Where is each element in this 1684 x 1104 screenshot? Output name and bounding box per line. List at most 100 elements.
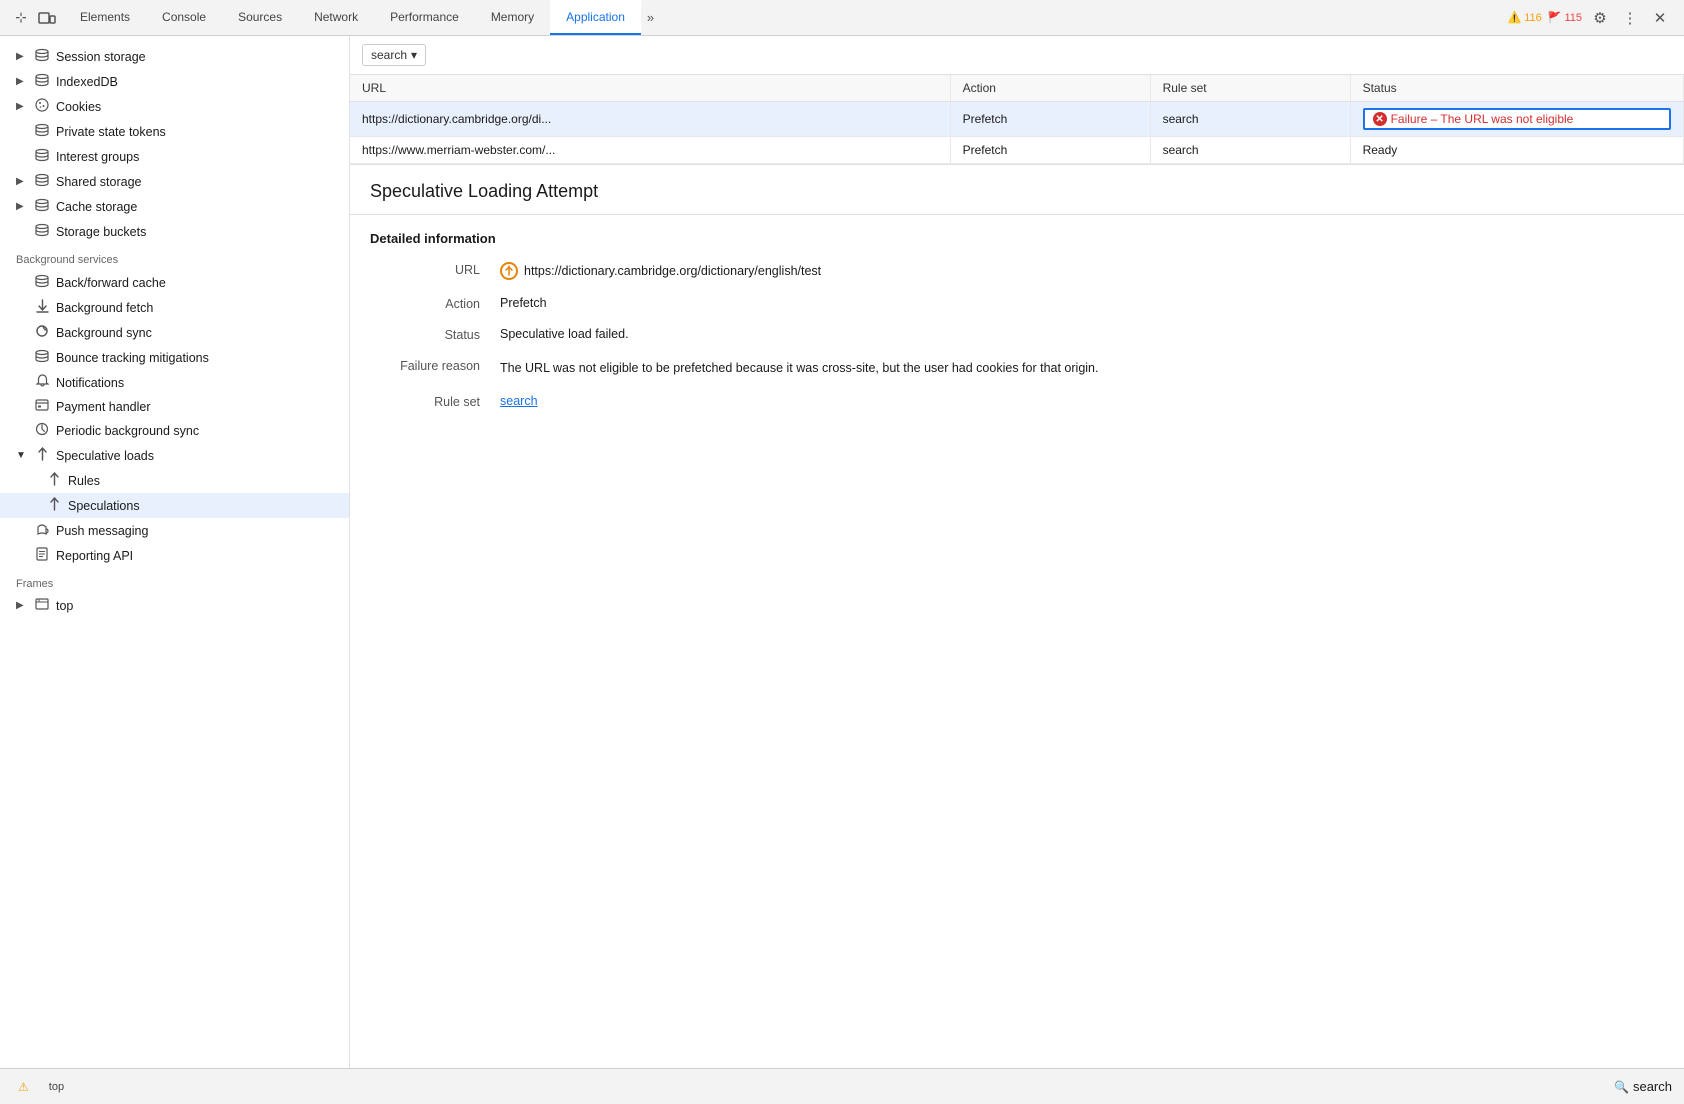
sidebar-item-cookies[interactable]: ▶ Cookies: [0, 94, 349, 119]
rules-icon: [46, 472, 62, 489]
cell-status: ✕ Failure – The URL was not eligible: [1350, 102, 1683, 137]
sidebar-item-speculative-loads[interactable]: ▼ Speculative loads: [0, 443, 349, 468]
close-icon[interactable]: ✕: [1648, 6, 1672, 30]
device-toggle-icon[interactable]: [38, 9, 56, 27]
sidebar-label: Cookies: [56, 100, 101, 114]
url-value[interactable]: https://dictionary.cambridge.org/diction…: [524, 264, 821, 278]
failure-reason-value: The URL was not eligible to be prefetche…: [500, 358, 1098, 378]
tab-performance[interactable]: Performance: [374, 0, 475, 35]
expand-arrow-icon: ▶: [16, 76, 28, 87]
detail-label-failure-reason: Failure reason: [370, 358, 500, 373]
sidebar-item-notifications[interactable]: ▶ Notifications: [0, 370, 349, 395]
bg-fetch-icon: [34, 299, 50, 316]
sidebar-item-interest-groups[interactable]: ▶ Interest groups: [0, 144, 349, 169]
bounce-tracking-icon: [34, 349, 50, 366]
detail-label-url: URL: [370, 262, 500, 277]
expand-arrow-icon: ▶: [16, 176, 28, 187]
sidebar-label: Speculative loads: [56, 449, 154, 463]
expand-arrow-icon: ▶: [16, 201, 28, 212]
cell-url: https://www.merriam-webster.com/...: [350, 137, 950, 164]
sidebar-item-background-sync[interactable]: ▶ Background sync: [0, 320, 349, 345]
sidebar-item-cache-storage[interactable]: ▶ Cache storage: [0, 194, 349, 219]
error-badge[interactable]: 🚩 115: [1548, 11, 1582, 24]
detail-row-failure-reason: Failure reason The URL was not eligible …: [370, 358, 1664, 378]
sidebar-item-indexeddb[interactable]: ▶ IndexedDB: [0, 69, 349, 94]
sidebar-item-background-fetch[interactable]: ▶ Background fetch: [0, 295, 349, 320]
bottom-search: 🔍 search: [1614, 1079, 1672, 1094]
cell-action: Prefetch: [950, 102, 1150, 137]
cell-ruleset: search: [1150, 102, 1350, 137]
sidebar-item-reporting-api[interactable]: ▶ Reporting API: [0, 543, 349, 568]
sidebar-label: Interest groups: [56, 150, 139, 164]
col-ruleset: Rule set: [1150, 75, 1350, 102]
tab-application[interactable]: Application: [550, 0, 641, 35]
more-options-icon[interactable]: ⋮: [1618, 6, 1642, 30]
sidebar-item-rules[interactable]: ▶ Rules: [0, 468, 349, 493]
sidebar-item-back-forward-cache[interactable]: ▶ Back/forward cache: [0, 270, 349, 295]
more-tabs-button[interactable]: »: [641, 10, 660, 25]
sidebar-item-shared-storage[interactable]: ▶ Shared storage: [0, 169, 349, 194]
sidebar-label: Back/forward cache: [56, 276, 166, 290]
bottom-errors-icon[interactable]: ⚠: [12, 1078, 35, 1096]
tab-network[interactable]: Network: [298, 0, 374, 35]
sidebar-item-periodic-background-sync[interactable]: ▶ Periodic background sync: [0, 418, 349, 443]
error-count: 115: [1564, 12, 1582, 24]
frames-section: Frames: [0, 568, 349, 594]
col-status: Status: [1350, 75, 1683, 102]
payment-icon: [34, 399, 50, 414]
detail-section: Detailed information URL https://diction…: [350, 215, 1684, 441]
tab-console[interactable]: Console: [146, 0, 222, 35]
sidebar-label: Storage buckets: [56, 225, 146, 239]
warning-badge[interactable]: ⚠️ 116: [1508, 11, 1542, 24]
bottom-search-label: search: [1633, 1079, 1672, 1094]
expand-arrow-icon: ▼: [16, 450, 28, 461]
sidebar-item-top-frame[interactable]: ▶ top: [0, 594, 349, 617]
cookies-icon: [34, 98, 50, 115]
search-dropdown[interactable]: search ▾: [362, 44, 426, 66]
detail-row-ruleset: Rule set search: [370, 394, 1664, 409]
tab-bar: ⊹ Elements Console Sources Network Perfo…: [0, 0, 1684, 36]
sidebar-label: Private state tokens: [56, 125, 166, 139]
tab-elements[interactable]: Elements: [64, 0, 146, 35]
status-value: Speculative load failed.: [500, 327, 629, 341]
speculations-table: URL Action Rule set Status https://dicti…: [350, 75, 1684, 164]
interest-groups-icon: [34, 148, 50, 165]
bg-services-section: Background services: [0, 244, 349, 270]
tab-memory[interactable]: Memory: [475, 0, 550, 35]
sidebar: ▶ Session storage ▶ IndexedDB ▶ Cookies …: [0, 36, 350, 1068]
detail-row-url: URL https://dictionary.cambridge.org/dic…: [370, 262, 1664, 280]
action-value: Prefetch: [500, 296, 547, 310]
sidebar-label: Shared storage: [56, 175, 141, 189]
sidebar-item-payment-handler[interactable]: ▶ Payment handler: [0, 395, 349, 418]
warning-icon: ⚠️: [1508, 11, 1522, 24]
bg-sync-icon: [34, 324, 50, 341]
bfcache-icon: [34, 274, 50, 291]
periodic-sync-icon: [34, 422, 50, 439]
cell-action: Prefetch: [950, 137, 1150, 164]
shared-storage-icon: [34, 173, 50, 190]
sidebar-item-push-messaging[interactable]: ▶ Push messaging: [0, 518, 349, 543]
data-table-container: URL Action Rule set Status https://dicti…: [350, 75, 1684, 165]
sidebar-item-bounce-tracking[interactable]: ▶ Bounce tracking mitigations: [0, 345, 349, 370]
sidebar-item-storage-buckets[interactable]: ▶ Storage buckets: [0, 219, 349, 244]
push-messaging-icon: [34, 522, 50, 539]
table-row[interactable]: https://dictionary.cambridge.org/di...Pr…: [350, 102, 1684, 137]
bottom-top-label[interactable]: top: [43, 1079, 70, 1095]
sidebar-label: IndexedDB: [56, 75, 118, 89]
chevron-down-icon: ▾: [411, 48, 417, 62]
tab-sources[interactable]: Sources: [222, 0, 298, 35]
col-url: URL: [350, 75, 950, 102]
storage-icon: [34, 48, 50, 65]
ruleset-link[interactable]: search: [500, 394, 538, 408]
sidebar-item-speculations[interactable]: ▶ Speculations: [0, 493, 349, 518]
table-row[interactable]: https://www.merriam-webster.com/...Prefe…: [350, 137, 1684, 164]
speculations-icon: [46, 497, 62, 514]
cursor-icon[interactable]: ⊹: [12, 9, 30, 27]
sidebar-label: Speculations: [68, 499, 140, 513]
detail-section-title: Detailed information: [370, 231, 1664, 246]
sidebar-item-private-state-tokens[interactable]: ▶ Private state tokens: [0, 119, 349, 144]
settings-icon[interactable]: ⚙: [1588, 6, 1612, 30]
error-icon: 🚩: [1548, 11, 1562, 24]
sidebar-item-session-storage[interactable]: ▶ Session storage: [0, 44, 349, 69]
cell-url: https://dictionary.cambridge.org/di...: [350, 102, 950, 137]
